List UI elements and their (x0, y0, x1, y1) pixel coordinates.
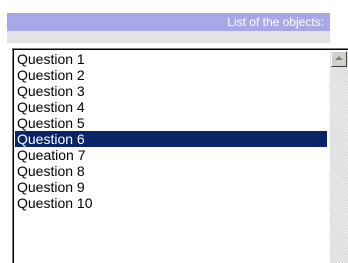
list-panel-title: List of the objects: (227, 15, 324, 29)
objects-list: Question 1 Question 2 Question 3 Questio… (15, 51, 327, 211)
list-item[interactable]: Question 9 (15, 179, 327, 195)
list-item[interactable]: Question 5 (15, 115, 327, 131)
objects-listbox[interactable]: Question 1 Question 2 Question 3 Questio… (12, 48, 348, 263)
list-item[interactable]: Question 3 (15, 83, 327, 99)
list-item-selected[interactable]: Question 6 (15, 131, 327, 147)
list-panel-header: List of the objects: (7, 13, 330, 31)
vertical-scrollbar[interactable] (330, 51, 348, 263)
list-item[interactable]: Question 10 (15, 195, 327, 211)
scroll-up-button[interactable] (331, 51, 347, 67)
list-item[interactable]: Question 4 (15, 99, 327, 115)
list-item[interactable]: Question 8 (15, 163, 327, 179)
scroll-up-arrow-icon (335, 56, 343, 60)
header-divider-bar (7, 31, 330, 43)
list-item[interactable]: Question 2 (15, 67, 327, 83)
list-item[interactable]: Question 1 (15, 51, 327, 67)
list-item[interactable]: Queation 7 (15, 147, 327, 163)
